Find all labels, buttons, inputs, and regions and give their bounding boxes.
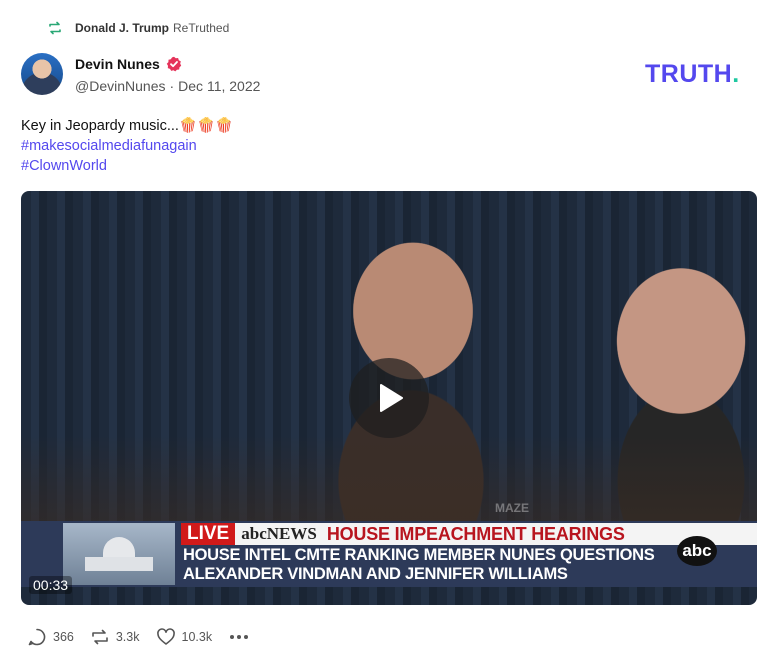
capitol-dome: [103, 537, 135, 559]
verified-badge-icon: [166, 56, 182, 72]
more-dot: [244, 635, 249, 639]
author-handle[interactable]: @DevinNunes: [75, 78, 165, 94]
post-date[interactable]: Dec 11, 2022: [178, 78, 260, 94]
hashtag-link[interactable]: #makesocialmediafunagain: [21, 136, 233, 156]
network-label: abcNEWS: [241, 524, 317, 543]
hashtag-link[interactable]: #ClownWorld: [21, 156, 233, 176]
post-actions: 366 3.3k 10.3k: [27, 626, 249, 648]
news-subline: HOUSE INTEL CMTE RANKING MEMBER NUNES QU…: [183, 546, 683, 584]
live-label: LIVE: [181, 523, 236, 545]
retruth-icon: [47, 20, 63, 36]
retruth-header: Donald J. Trump ReTruthed: [47, 18, 229, 38]
news-ticker-top: LIVE abcNEWS HOUSE IMPEACHMENT HEARINGS: [181, 523, 757, 545]
author-info: Devin Nunes @DevinNunes · Dec 11, 2022: [75, 55, 260, 94]
reply-button[interactable]: 366: [27, 627, 74, 647]
capitol-thumbnail: [63, 523, 175, 585]
news-subline-1: HOUSE INTEL CMTE RANKING MEMBER NUNES QU…: [183, 546, 655, 564]
play-button[interactable]: [349, 358, 429, 438]
more-options-icon[interactable]: [230, 635, 249, 639]
reply-count: 366: [53, 630, 74, 644]
heart-icon: [156, 627, 176, 647]
brand-text: TRUTH: [645, 60, 733, 88]
retruth-button[interactable]: 3.3k: [90, 627, 140, 647]
abc-logo: abc: [677, 536, 717, 566]
play-icon: [380, 384, 403, 412]
video-duration: 00:33: [29, 576, 73, 594]
news-subline-2: ALEXANDER VINDMAN AND JENNIFER WILLIAMS: [183, 565, 568, 583]
video-watermark: MAZE: [495, 501, 529, 515]
news-headline: HOUSE IMPEACHMENT HEARINGS: [326, 523, 625, 544]
meta-separator: ·: [169, 78, 175, 94]
retruth-action-label: ReTruthed: [173, 21, 230, 35]
retruth-count: 3.3k: [115, 630, 140, 644]
author-name-link[interactable]: Devin Nunes: [75, 56, 160, 72]
truth-social-logo: TRUTH.: [645, 60, 740, 89]
more-dot: [237, 635, 242, 639]
capitol-base: [85, 557, 153, 571]
like-count: 10.3k: [181, 630, 213, 644]
retruth-icon: [90, 627, 110, 647]
avatar[interactable]: [21, 53, 63, 95]
retruth-user-link[interactable]: Donald J. Trump: [75, 21, 169, 35]
video-player[interactable]: MAZE LIVE abcNEWS HOUSE IMPEACHMENT HEAR…: [21, 191, 757, 605]
like-button[interactable]: 10.3k: [156, 627, 213, 647]
post-text: Key in Jeopardy music...🍿🍿🍿: [21, 118, 234, 134]
reply-icon: [27, 627, 47, 647]
post-body: Key in Jeopardy music...🍿🍿🍿 #makesocialm…: [21, 116, 233, 176]
brand-dot: .: [732, 60, 740, 88]
more-dot: [230, 635, 235, 639]
